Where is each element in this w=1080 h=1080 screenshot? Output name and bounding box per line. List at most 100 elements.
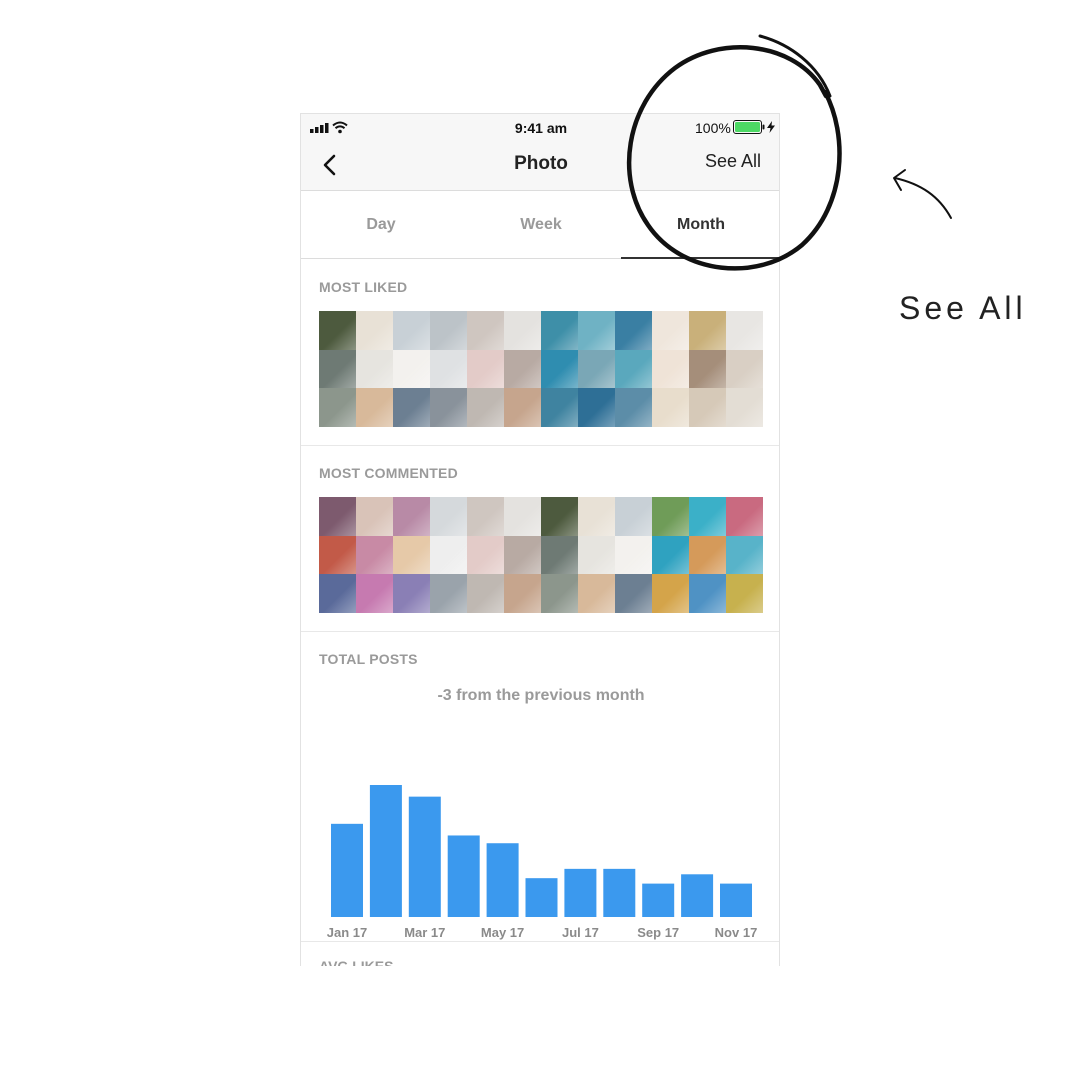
photo-thumbnail[interactable] [652,535,689,575]
photo-thumbnail[interactable] [504,535,541,575]
photo-thumbnail[interactable] [356,574,393,613]
photo-thumbnail[interactable] [504,497,541,536]
photo-thumbnail[interactable] [356,349,393,389]
tab-day[interactable]: Day [301,191,461,258]
photo-thumbnail[interactable] [356,311,393,350]
x-tick-label: Jan 17 [327,925,367,940]
photo-thumbnail[interactable] [504,388,541,427]
photo-thumbnail[interactable] [319,349,356,389]
most-commented-grid [319,497,763,613]
navigation-bar: Photo See All [301,142,779,191]
photo-thumbnail[interactable] [467,574,504,613]
photo-thumbnail[interactable] [467,349,504,389]
photo-thumbnail[interactable] [393,497,430,536]
bar-aug-17 [603,868,636,917]
photo-thumbnail[interactable] [578,349,615,389]
photo-thumbnail[interactable] [356,388,393,427]
photo-thumbnail[interactable] [652,388,689,427]
charging-bolt-icon [767,121,775,133]
photo-thumbnail[interactable] [726,535,763,575]
photo-thumbnail[interactable] [541,574,578,613]
section-title: MOST LIKED [319,279,408,295]
bar-jul-17 [564,868,597,917]
photo-thumbnail[interactable] [689,574,726,613]
photo-thumbnail[interactable] [578,388,615,427]
photo-thumbnail[interactable] [615,535,652,575]
bar-apr-17 [447,835,480,917]
photo-thumbnail[interactable] [319,388,356,427]
photo-thumbnail[interactable] [430,349,467,389]
photo-thumbnail[interactable] [393,349,430,389]
photo-thumbnail[interactable] [689,535,726,575]
photo-thumbnail[interactable] [393,388,430,427]
photo-thumbnail[interactable] [504,311,541,350]
photo-thumbnail[interactable] [652,311,689,350]
most-liked-section: MOST LIKED [301,259,779,446]
x-tick-label: Nov 17 [715,925,758,940]
photo-thumbnail[interactable] [689,349,726,389]
photo-thumbnail[interactable] [726,311,763,350]
x-tick-label: Sep 17 [637,925,679,940]
photo-thumbnail[interactable] [356,535,393,575]
photo-thumbnail[interactable] [504,349,541,389]
annotation-label: See All [899,290,1027,326]
x-tick-label: Mar 17 [404,925,445,940]
bar-may-17 [486,843,519,917]
photo-thumbnail[interactable] [541,535,578,575]
most-commented-section: MOST COMMENTED [301,445,779,632]
photo-thumbnail[interactable] [393,535,430,575]
x-tick-label: Jul 17 [562,925,599,940]
photo-thumbnail[interactable] [541,311,578,350]
photo-thumbnail[interactable] [652,349,689,389]
photo-thumbnail[interactable] [615,349,652,389]
photo-thumbnail[interactable] [356,497,393,536]
arrow-icon [893,169,952,219]
photo-thumbnail[interactable] [467,535,504,575]
total-posts-section: TOTAL POSTS -3 from the previous month J… [301,631,779,942]
photo-thumbnail[interactable] [430,311,467,350]
bar-feb-17 [369,785,402,917]
photo-thumbnail[interactable] [393,311,430,350]
see-all-button[interactable]: See All [705,151,761,172]
tab-month[interactable]: Month [621,191,779,258]
photo-thumbnail[interactable] [319,311,356,350]
photo-thumbnail[interactable] [504,574,541,613]
bar-sep-17 [642,883,675,917]
photo-thumbnail[interactable] [578,311,615,350]
photo-thumbnail[interactable] [615,574,652,613]
photo-thumbnail[interactable] [541,388,578,427]
photo-thumbnail[interactable] [578,574,615,613]
section-title: MOST COMMENTED [319,465,458,481]
photo-thumbnail[interactable] [319,535,356,575]
photo-thumbnail[interactable] [578,535,615,575]
photo-thumbnail[interactable] [319,574,356,613]
photo-thumbnail[interactable] [652,574,689,613]
photo-thumbnail[interactable] [430,497,467,536]
photo-thumbnail[interactable] [615,388,652,427]
photo-thumbnail[interactable] [726,349,763,389]
photo-thumbnail[interactable] [467,388,504,427]
total-posts-bar-chart: Jan 17 Mar 17 May 17 Jul 17 Sep 17 Nov 17 [327,785,758,940]
photo-thumbnail[interactable] [319,497,356,536]
photo-thumbnail[interactable] [430,574,467,613]
photo-thumbnail[interactable] [652,497,689,536]
tab-week[interactable]: Week [461,191,621,258]
photo-thumbnail[interactable] [430,535,467,575]
photo-thumbnail[interactable] [726,497,763,536]
photo-thumbnail[interactable] [467,311,504,350]
photo-thumbnail[interactable] [541,349,578,389]
photo-thumbnail[interactable] [615,311,652,350]
photo-thumbnail[interactable] [726,388,763,427]
photo-thumbnail[interactable] [393,574,430,613]
photo-thumbnail[interactable] [430,388,467,427]
photo-thumbnail[interactable] [689,388,726,427]
photo-thumbnail[interactable] [578,497,615,536]
photo-thumbnail[interactable] [467,497,504,536]
photo-thumbnail[interactable] [541,497,578,536]
photo-thumbnail[interactable] [615,497,652,536]
bar-nov-17 [720,883,752,917]
photo-thumbnail[interactable] [689,497,726,536]
photo-thumbnail[interactable] [689,311,726,350]
photo-thumbnail[interactable] [726,574,763,613]
battery-icon [733,120,765,134]
